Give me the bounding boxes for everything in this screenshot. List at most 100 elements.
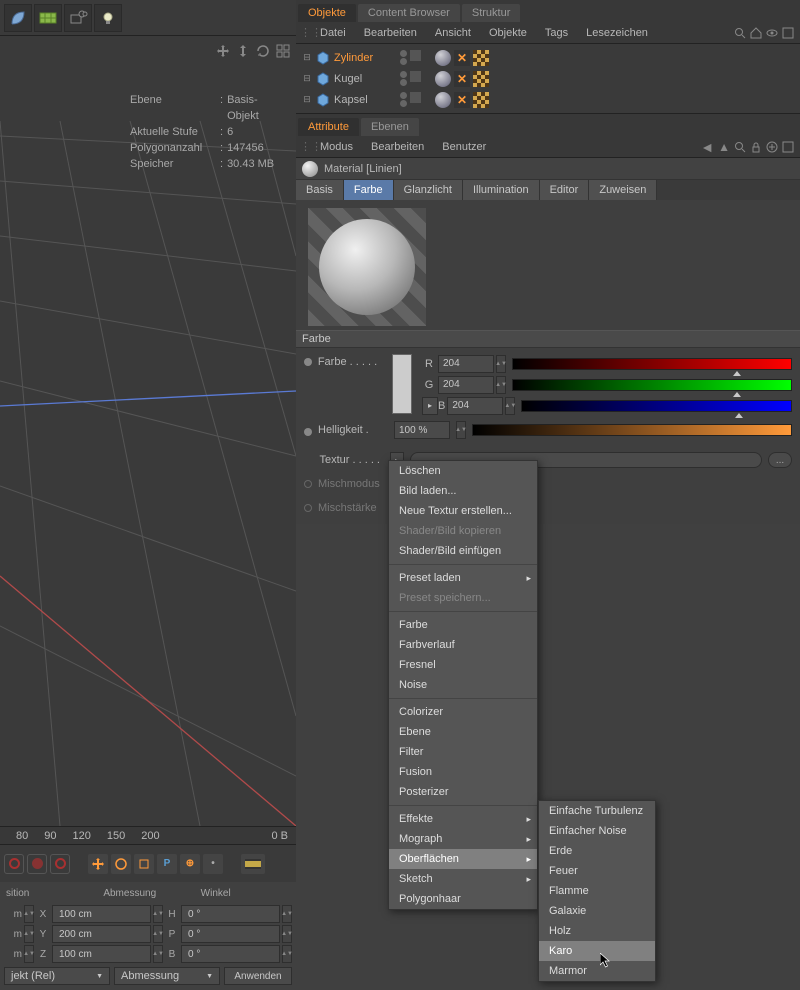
texture-browse-button[interactable]: ... [768, 452, 792, 468]
b-slider[interactable] [521, 400, 792, 412]
dot-key-icon[interactable]: • [203, 854, 223, 874]
menu-edit[interactable]: Bearbeiten [363, 139, 432, 155]
channel-assign[interactable]: Zuweisen [589, 180, 657, 200]
tree-toggle-icon[interactable]: ⊟ [302, 52, 312, 63]
g-spinner[interactable]: ▲▼ [496, 376, 506, 394]
channel-editor[interactable]: Editor [540, 180, 590, 200]
size-field[interactable]: 100 cm [52, 905, 151, 923]
menu-mode[interactable]: Modus [312, 139, 361, 155]
menu-item[interactable]: Ebene [389, 722, 537, 742]
tab-attributes[interactable]: Attribute [298, 118, 359, 136]
size-spinner[interactable]: ▲▼ [153, 925, 163, 943]
object-row[interactable]: ⊟ Zylinder ✕ [302, 47, 794, 68]
material-tag-icon[interactable] [435, 71, 451, 87]
viewport-rotate-icon[interactable] [256, 44, 270, 58]
menu-item[interactable]: Farbverlauf [389, 635, 537, 655]
home-icon[interactable] [750, 27, 762, 39]
angle-field[interactable]: 0 ° [181, 905, 280, 923]
texture-tag-icon[interactable] [473, 92, 489, 108]
expand-icon[interactable] [782, 141, 794, 153]
param-disc-icon[interactable] [304, 358, 312, 366]
p-key-icon[interactable]: P [157, 854, 177, 874]
menu-file[interactable]: Datei [312, 25, 354, 41]
size-field[interactable]: 100 cm [52, 945, 151, 963]
angle-spinner[interactable]: ▲▼ [282, 925, 292, 943]
leaf-tool-icon[interactable] [4, 4, 32, 32]
visibility-toggle[interactable] [410, 92, 421, 103]
menu-item[interactable]: Noise [389, 675, 537, 695]
tab-objects[interactable]: Objekte [298, 4, 356, 22]
channel-farbe[interactable]: Farbe [344, 180, 394, 200]
menu-edit[interactable]: Bearbeiten [356, 25, 425, 41]
key-button[interactable] [27, 854, 47, 874]
color-mode-toggle[interactable]: ▸ [422, 397, 438, 415]
size-spinner[interactable]: ▲▼ [153, 945, 163, 963]
angle-spinner[interactable]: ▲▼ [282, 945, 292, 963]
r-spinner[interactable]: ▲▼ [496, 355, 506, 373]
menu-item[interactable]: Fresnel [389, 655, 537, 675]
up-icon[interactable]: ▲ [718, 140, 730, 154]
menu-item[interactable]: Colorizer [389, 702, 537, 722]
angle-field[interactable]: 0 ° [181, 945, 280, 963]
menu-tags[interactable]: Tags [537, 25, 576, 41]
brightness-slider[interactable] [472, 424, 792, 436]
visibility-toggle[interactable] [410, 71, 421, 82]
menu-item[interactable]: Farbe [389, 615, 537, 635]
tree-toggle-icon[interactable]: ⊟ [302, 73, 312, 84]
menu-view[interactable]: Ansicht [427, 25, 479, 41]
param-disc-icon[interactable] [304, 428, 312, 436]
channel-illumination[interactable]: Illumination [463, 180, 540, 200]
new-icon[interactable] [766, 141, 778, 153]
brightness-spinner[interactable]: ▲▼ [456, 421, 466, 439]
menu-item[interactable]: Polygonhaar [389, 889, 537, 909]
move-mode-icon[interactable] [88, 854, 108, 874]
menu-item[interactable]: Neue Textur erstellen... [389, 501, 537, 521]
menu-user[interactable]: Benutzer [434, 139, 494, 155]
a-key-icon[interactable]: ⊕ [180, 854, 200, 874]
menu-bookmarks[interactable]: Lesezeichen [578, 25, 656, 41]
tab-layers[interactable]: Ebenen [361, 118, 419, 136]
submenu-item[interactable]: Flamme [539, 881, 655, 901]
coord-size-dropdown[interactable]: Abmessung▼ [114, 967, 220, 985]
preview-thumbnail[interactable] [308, 208, 426, 326]
viewport[interactable]: Ebene:Basis-Objekt Aktuelle Stufe:6 Poly… [0, 36, 296, 826]
size-field[interactable]: 200 cm [52, 925, 151, 943]
object-row[interactable]: ⊟ Kapsel ✕ [302, 89, 794, 110]
brightness-field[interactable]: 100 % [394, 421, 450, 439]
object-name[interactable]: Kapsel [334, 94, 394, 106]
color-swatch[interactable] [392, 354, 412, 414]
menu-item[interactable]: Bild laden... [389, 481, 537, 501]
menu-item[interactable]: Fusion [389, 762, 537, 782]
menu-item[interactable]: Posterizer [389, 782, 537, 802]
r-field[interactable]: 204 [438, 355, 494, 373]
menu-item[interactable]: Oberflächen▸ [389, 849, 537, 869]
menu-objects[interactable]: Objekte [481, 25, 535, 41]
scale-mode-icon[interactable] [134, 854, 154, 874]
submenu-item[interactable]: Marmor [539, 961, 655, 981]
pos-spinner[interactable]: ▲▼ [24, 905, 34, 923]
record-button[interactable] [4, 854, 24, 874]
menu-item[interactable]: Mograph▸ [389, 829, 537, 849]
coord-mode-dropdown[interactable]: jekt (Rel)▼ [4, 967, 110, 985]
timeline-ruler[interactable]: 80 90 120 150 200 0 B [0, 826, 296, 844]
submenu-item[interactable]: Einfacher Noise [539, 821, 655, 841]
r-slider[interactable] [512, 358, 792, 370]
submenu-item[interactable]: Feuer [539, 861, 655, 881]
g-slider[interactable] [512, 379, 792, 391]
lock-icon[interactable] [750, 141, 762, 153]
g-field[interactable]: 204 [438, 376, 494, 394]
menu-item[interactable]: Löschen [389, 461, 537, 481]
apply-button[interactable]: Anwenden [224, 967, 292, 985]
submenu-item[interactable]: Holz [539, 921, 655, 941]
grip-icon[interactable]: ⋮⋮ [300, 26, 310, 39]
material-tag-icon[interactable] [435, 92, 451, 108]
camera-tool-icon[interactable] [64, 4, 92, 32]
phong-tag-icon[interactable]: ✕ [454, 50, 470, 66]
texture-tag-icon[interactable] [473, 71, 489, 87]
tree-toggle-icon[interactable]: ⊟ [302, 94, 312, 105]
grid-tool-icon[interactable] [34, 4, 62, 32]
menu-item[interactable]: Preset laden▸ [389, 568, 537, 588]
visibility-toggle[interactable] [410, 50, 421, 61]
submenu-item[interactable]: Einfache Turbulenz [539, 801, 655, 821]
submenu-item[interactable]: Karo [539, 941, 655, 961]
